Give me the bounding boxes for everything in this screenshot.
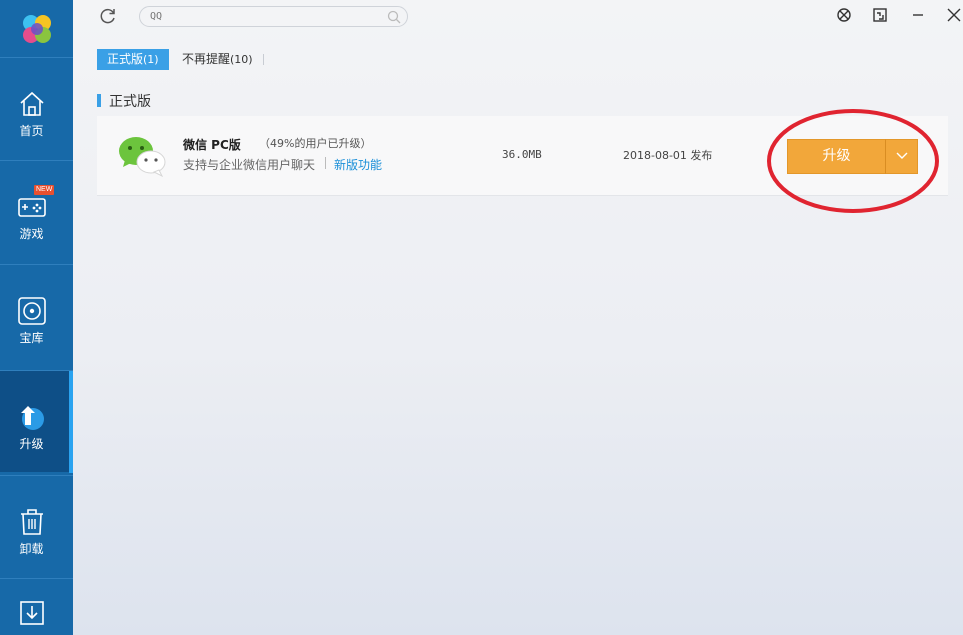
sidebar-item-label: 游戏 [19, 227, 44, 241]
upgrade-icon [21, 406, 44, 430]
app-size: 36.0MB [502, 148, 542, 161]
tab-count: (10) [230, 53, 253, 66]
gamepad-icon [18, 198, 46, 217]
release-date: 2018-08-01 发布 [623, 149, 713, 162]
app-name: 微信 PC版 [183, 138, 241, 152]
feedback-icon[interactable] [871, 6, 889, 24]
download-icon [20, 601, 44, 625]
app-description: 支持与企业微信用户聊天 [183, 158, 316, 172]
sidebar-item-download[interactable] [0, 578, 73, 635]
app-row: 微信 PC版 （49%的用户已升级） 支持与企业微信用户聊天 新版功能 36.0… [97, 116, 948, 196]
sidebar-item-treasury[interactable]: 宝库 [0, 264, 73, 366]
section-title: 正式版 [109, 94, 151, 110]
description-divider [325, 157, 326, 169]
sidebar-item-home[interactable]: 首页 [0, 57, 73, 159]
upgrade-percent: （49%的用户已升级） [259, 137, 372, 150]
tab-count: (1) [143, 53, 159, 66]
minimize-icon[interactable] [909, 6, 927, 24]
tab-divider [263, 54, 264, 65]
upgrade-dropdown-button[interactable] [885, 139, 918, 174]
refresh-icon[interactable] [99, 7, 117, 25]
close-icon[interactable] [945, 6, 963, 24]
sidebar-item-upgrade[interactable]: 升级 [0, 370, 73, 473]
app-logo [0, 0, 73, 57]
sidebar-item-label: 升级 [19, 437, 44, 451]
sidebar-item-uninstall[interactable]: 卸载 [0, 475, 73, 577]
tab-label: 不再提醒 [182, 52, 231, 66]
sidebar-item-games[interactable]: NEW 游戏 [0, 160, 73, 262]
disc-icon [18, 297, 46, 325]
active-indicator [69, 371, 73, 473]
trash-icon [21, 509, 43, 535]
sidebar-item-label: 宝库 [19, 331, 44, 345]
new-features-link[interactable]: 新版功能 [334, 156, 382, 173]
sidebar-item-label: 首页 [19, 124, 44, 138]
wechat-icon [119, 137, 166, 178]
sidebar: 首页 NEW 游戏 宝库 升级 卸载 [0, 0, 73, 635]
tab-official[interactable]: 正式版(1) [97, 49, 169, 70]
sidebar-item-label: 卸载 [19, 542, 44, 556]
search-box[interactable] [139, 6, 408, 27]
upgrade-button[interactable]: 升级 [787, 139, 885, 174]
tab-label: 正式版 [107, 52, 144, 66]
skin-icon[interactable] [835, 6, 853, 24]
search-input[interactable] [150, 9, 380, 24]
tab-ignored[interactable]: 不再提醒(10) [172, 49, 263, 70]
search-icon[interactable] [387, 10, 401, 24]
home-icon [20, 91, 44, 116]
section-marker [97, 94, 101, 107]
chevron-down-icon [896, 152, 908, 159]
